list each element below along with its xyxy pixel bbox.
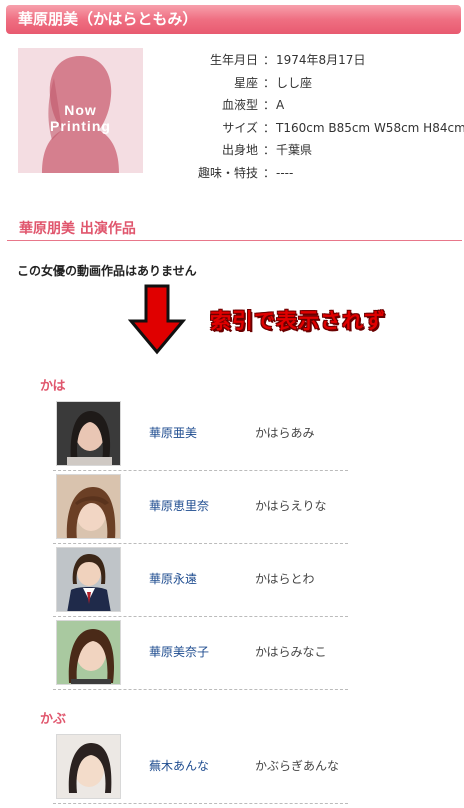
portrait-image — [57, 735, 120, 798]
profile-label: 星座 — [233, 75, 258, 90]
actress-name-link[interactable]: 蕪木あんな — [149, 757, 209, 774]
annotation-text: 索引で表示されず — [210, 309, 386, 333]
list-item[interactable]: 華原永遠 かはらとわ — [53, 544, 348, 617]
profile-separator: ： — [263, 75, 276, 90]
actress-thumbnail[interactable] — [56, 401, 121, 466]
profile-separator: ： — [263, 143, 276, 157]
now-printing-line2: Printing — [50, 118, 111, 134]
now-printing-line1: Now — [64, 102, 97, 118]
page-title: 華原朋美（かはらともみ） — [6, 5, 461, 34]
profile-value: ---- — [276, 165, 294, 180]
actress-name-link[interactable]: 華原亜美 — [149, 424, 197, 441]
actress-name-link[interactable]: 華原恵里奈 — [149, 497, 209, 514]
actress-thumbnail[interactable] — [56, 474, 121, 539]
profile-label: 出身地 — [221, 143, 258, 157]
actress-thumbnail[interactable] — [56, 734, 121, 799]
portrait-image — [57, 621, 120, 684]
profile-value: A — [276, 98, 285, 112]
index-group-label: かは — [40, 379, 66, 394]
portrait-image — [57, 548, 120, 611]
list-item[interactable]: 華原美奈子 かはらみなこ — [53, 617, 348, 690]
actress-kana: かぶらぎあんな — [255, 759, 340, 773]
actress-kana: かはらみなこ — [255, 645, 327, 659]
profile-label: 生年月日 — [209, 53, 258, 67]
actress-thumbnail[interactable] — [56, 620, 121, 685]
section-divider — [7, 240, 462, 241]
list-item[interactable]: 華原亜美 かはらあみ — [53, 398, 348, 471]
profile-value: 千葉県 — [276, 143, 313, 157]
profile-value: T160cm B85cm W58cm H84cm — [276, 120, 464, 135]
profile-label: サイズ — [222, 120, 258, 135]
no-works-message: この女優の動画作品はありません — [17, 264, 197, 278]
list-item[interactable]: 華原恵里奈 かはらえりな — [53, 471, 348, 544]
arrow-down-icon — [128, 284, 186, 355]
works-heading: 華原朋美 出演作品 — [19, 221, 136, 237]
list-item[interactable]: 蕪木あんな かぶらぎあんな — [53, 731, 348, 804]
index-group-label: かぶ — [40, 712, 67, 727]
profile-value: 1974年8月17日 — [276, 53, 366, 67]
profile-separator: ： — [263, 165, 276, 180]
profile-photo-placeholder: Now Printing — [18, 48, 143, 173]
actress-kana: かはらあみ — [255, 426, 315, 440]
actress-name-link[interactable]: 華原永遠 — [149, 570, 197, 587]
profile-value: しし座 — [276, 75, 313, 90]
profile-separator: ： — [263, 120, 276, 135]
profile-label: 趣味・特技 — [197, 165, 258, 180]
actress-thumbnail[interactable] — [56, 547, 121, 612]
portrait-image — [57, 475, 120, 538]
portrait-image — [57, 402, 120, 465]
actress-name-link[interactable]: 華原美奈子 — [149, 643, 209, 660]
actress-kana: かはらとわ — [255, 572, 315, 586]
profile-separator: ： — [263, 98, 276, 112]
actress-kana: かはらえりな — [255, 499, 327, 513]
profile-label: 血液型 — [221, 98, 258, 112]
profile-separator: ： — [263, 53, 276, 67]
